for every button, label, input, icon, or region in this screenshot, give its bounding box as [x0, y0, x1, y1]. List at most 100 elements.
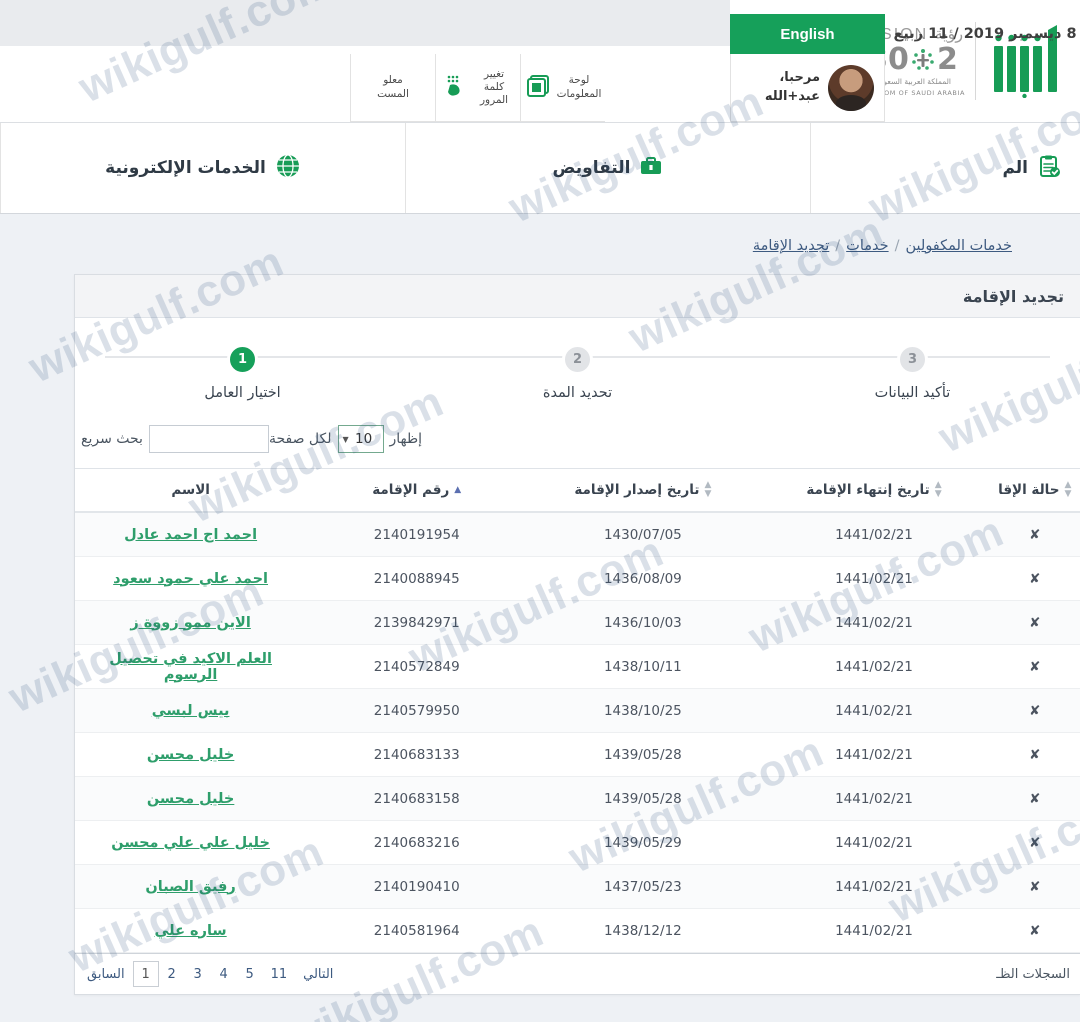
cell-issue-date: 1438/10/25	[527, 688, 759, 733]
worker-name-link[interactable]: خليل محسن	[147, 791, 235, 807]
table-row[interactable]: ✘ 1441/02/21 1430/07/05 2140191954 احمد اج ا…	[75, 512, 1080, 557]
language-switch-button[interactable]: English	[730, 14, 885, 54]
cell-expiry-date: 1441/02/21	[758, 732, 990, 777]
cell-issue-date: 1438/12/12	[527, 908, 759, 953]
pagination-page-5[interactable]: 5	[237, 961, 263, 987]
column-header-status[interactable]: ▲ ▼ حالة الإقا	[989, 468, 1080, 513]
globe-icon	[275, 153, 301, 183]
table-row[interactable]: ✘ 1441/02/21 1436/08/09 2140088945 احمد علي …	[75, 556, 1080, 601]
cell-expiry-date: 1441/02/21	[758, 556, 990, 601]
worker-name-link[interactable]: خليل علي علي محسن	[111, 835, 270, 851]
table-row[interactable]: ✘ 1441/02/21 1439/05/28 2140683158 خليل محسن	[75, 776, 1080, 821]
breadcrumb: خدمات المكفولين / خدمات / تجديد الإقامة	[0, 226, 1012, 266]
breadcrumb-item-1[interactable]: خدمات	[846, 238, 888, 254]
cell-iqama-number: 2140683158	[306, 776, 528, 821]
cell-iqama-number: 2140190410	[306, 864, 528, 909]
pagination-page-1[interactable]: 1	[132, 961, 159, 987]
table-row[interactable]: ✘ 1441/02/21 1438/10/11 2140572849 العلم الا…	[75, 644, 1080, 689]
column-header-iqama[interactable]: ▲ رقم الإقامة	[306, 468, 528, 513]
cell-name: احمد اج احمد عادل	[75, 512, 307, 557]
table-footer: السجلات الظـ التالي 11 5 4 3 2 1 السابق	[75, 953, 1080, 994]
date-display: 8 ديسمبر 2019 / 11 ربيع	[893, 26, 1077, 42]
cell-expiry-date: 1441/02/21	[758, 644, 990, 689]
step-2[interactable]: 2 تحديد المدة	[410, 318, 745, 401]
password-label-1: تغيير كلمة	[483, 67, 505, 93]
cell-status: ✘	[989, 600, 1080, 645]
cell-status: ✘	[989, 864, 1080, 909]
table-header-row: ▲ ▼ حالة الإقا ▲ ▼ تاريخ إنتهاء الإقامة ▲ ▼…	[75, 468, 1080, 513]
cell-expiry-date: 1441/02/21	[758, 776, 990, 821]
cell-iqama-number: 2140683216	[306, 820, 528, 865]
page-size-label: إظهار	[389, 431, 423, 447]
cell-name: خليل محسن	[75, 776, 307, 821]
worker-name-link[interactable]: رفيق الصبان	[145, 879, 235, 895]
column-header-status-label: حالة الإقا	[998, 482, 1060, 498]
table-row[interactable]: ✘ 1441/02/21 1436/10/03 2139842971 الاين ممو…	[75, 600, 1080, 645]
table-row[interactable]: ✘ 1441/02/21 1439/05/28 2140683133 خليل محسن	[75, 732, 1080, 777]
cell-issue-date: 1439/05/28	[527, 776, 759, 821]
table-row[interactable]: ✘ 1441/02/21 1437/05/23 2140190410 رفيق الصب…	[75, 864, 1080, 909]
worker-name-link[interactable]: ساره علي	[155, 923, 227, 939]
pagination-page-4[interactable]: 4	[211, 961, 237, 987]
column-header-issue[interactable]: ▲ ▼ تاريخ إصدار الإقامة	[527, 468, 759, 513]
pagination-prev[interactable]: السابق	[79, 961, 133, 987]
nav-tab-third-label: الم	[1002, 158, 1028, 178]
cell-expiry-date: 1441/02/21	[758, 600, 990, 645]
cell-expiry-date: 1441/02/21	[758, 688, 990, 733]
cell-iqama-number: 2140581964	[306, 908, 528, 953]
header-menu-user-info[interactable]: معلو المست	[350, 54, 435, 122]
cell-iqama-number: 2139842971	[306, 600, 528, 645]
header-menu-dashboard[interactable]: لوحة المعلومات	[520, 54, 605, 122]
nav-tab-third[interactable]: الم	[810, 123, 1080, 213]
userinfo-label-2: المست	[377, 87, 409, 100]
nav-tab-delegations[interactable]: التفاويض	[405, 123, 810, 213]
user-greeting: مرحبا، عبد+الله	[765, 69, 820, 107]
worker-name-link[interactable]: العلم الاكيد في تحصيل الرسوم	[109, 651, 272, 683]
step-3[interactable]: 3 تأكيد البيانات	[745, 318, 1080, 401]
page-size-suffix: لكل صفحة	[268, 431, 332, 447]
header-menu-change-password[interactable]: تغيير كلمة المرور	[435, 54, 520, 122]
cell-issue-date: 1436/10/03	[527, 600, 759, 645]
table-row[interactable]: ✘ 1441/02/21 1438/12/12 2140581964 ساره علي	[75, 908, 1080, 953]
cell-name: الاين ممو زووة ز	[75, 600, 307, 645]
pagination-page-3[interactable]: 3	[185, 961, 211, 987]
table-row[interactable]: ✘ 1441/02/21 1438/10/25 2140579950 بيس لبسي	[75, 688, 1080, 733]
user-profile-box[interactable]: مرحبا، عبد+الله	[730, 54, 885, 122]
pagination-page-11[interactable]: 11	[263, 961, 296, 987]
password-label-2: المرور	[479, 94, 509, 107]
pagination-next[interactable]: التالي	[295, 961, 341, 987]
worker-name-link[interactable]: احمد اج احمد عادل	[124, 527, 257, 543]
cell-iqama-number: 2140579950	[306, 688, 528, 733]
step-2-label: تحديد المدة	[542, 385, 613, 401]
page-size-control: إظهار 10 ▼ لكل صفحة	[269, 425, 430, 453]
page-size-select[interactable]: 10 ▼	[337, 425, 384, 453]
cell-name: خليل محسن	[75, 732, 307, 777]
column-header-name[interactable]: الاسم	[75, 468, 307, 513]
userinfo-label-1: معلو	[383, 74, 403, 87]
cell-status: ✘	[989, 556, 1080, 601]
dashboard-icon	[525, 73, 551, 103]
wizard-stepper: 3 تأكيد البيانات 2 تحديد المدة 1 اختيار …	[75, 318, 1080, 410]
cell-issue-date: 1439/05/28	[527, 732, 759, 777]
cell-status: ✘	[989, 688, 1080, 733]
cell-name: ساره علي	[75, 908, 307, 953]
worker-name-link[interactable]: خليل محسن	[147, 747, 235, 763]
step-1[interactable]: 1 اختيار العامل	[75, 318, 410, 401]
pagination-page-2[interactable]: 2	[159, 961, 185, 987]
page-size-value: 10	[354, 431, 373, 447]
worker-name-link[interactable]: الاين ممو زووة ز	[130, 615, 250, 631]
header-icon-menu: لوحة المعلومات تغيير كلمة المرور معلو ال…	[350, 54, 605, 122]
page-content: خدمات المكفولين / خدمات / تجديد الإقامة …	[0, 226, 1080, 995]
search-input[interactable]	[148, 425, 269, 453]
nav-tab-eservices[interactable]: الخدمات الإلكترونية	[0, 123, 405, 213]
main-navigation-tabs: الم التفاويض الخدمات الإلكترونية	[0, 122, 1080, 214]
worker-name-link[interactable]: احمد علي حمود سعود	[113, 571, 268, 587]
column-header-expiry-label: تاريخ إنتهاء الإقامة	[806, 482, 930, 498]
sort-icon-iqama-asc: ▲	[454, 484, 462, 495]
cell-name: العلم الاكيد في تحصيل الرسوم	[75, 644, 307, 689]
table-row[interactable]: ✘ 1441/02/21 1439/05/29 2140683216 خليل علي …	[75, 820, 1080, 865]
breadcrumb-item-0[interactable]: خدمات المكفولين	[905, 238, 1012, 254]
step-3-label: تأكيد البيانات	[874, 385, 951, 401]
worker-name-link[interactable]: بيس لبسي	[152, 703, 230, 719]
column-header-expiry[interactable]: ▲ ▼ تاريخ إنتهاء الإقامة	[758, 468, 990, 513]
